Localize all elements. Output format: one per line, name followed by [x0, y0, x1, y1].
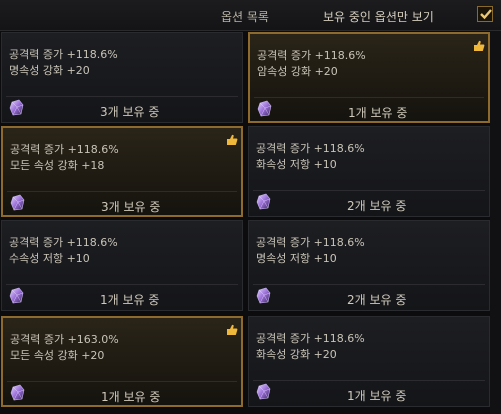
option-line-2: 암속성 강화 +20 — [257, 65, 338, 78]
crystal-gem-icon — [8, 99, 26, 117]
options-header: 옵션 목록 보유 중인 옵션만 보기 — [0, 0, 501, 31]
thumbs-up-icon — [226, 321, 238, 335]
crystal-gem-icon — [255, 193, 273, 211]
owned-count: 2개 보유 중 — [347, 293, 407, 307]
option-line-2: 화속성 강화 +20 — [256, 348, 337, 361]
owned-count: 3개 보유 중 — [101, 200, 161, 214]
option-line-1: 공격력 증가 +118.6% — [10, 143, 119, 156]
crystal-gem-icon — [8, 287, 26, 305]
option-line-1: 공격력 증가 +118.6% — [256, 332, 365, 345]
option-card[interactable]: 공격력 증가 +118.6% 수속성 저항 +10 1개 보유 중 — [1, 220, 243, 311]
owned-count: 1개 보유 중 — [100, 293, 160, 307]
crystal-gem-icon — [255, 383, 273, 401]
owned-count: 1개 보유 중 — [347, 389, 407, 403]
options-list-title: 옵션 목록 — [221, 10, 269, 24]
card-divider — [6, 284, 238, 285]
option-line-1: 공격력 증가 +118.6% — [256, 142, 365, 155]
option-card[interactable]: 공격력 증가 +118.6% 모든 속성 강화 +18 3개 보유 중 — [1, 126, 243, 217]
card-divider — [253, 380, 485, 381]
option-card[interactable]: 공격력 증가 +118.6% 화속성 강화 +20 1개 보유 중 — [248, 316, 490, 407]
owned-count: 1개 보유 중 — [348, 106, 408, 120]
owned-count: 1개 보유 중 — [101, 390, 161, 404]
option-line-2: 명속성 저항 +10 — [256, 252, 337, 265]
option-card[interactable]: 공격력 증가 +163.0% 모든 속성 강화 +20 1개 보유 중 — [1, 316, 243, 407]
owned-only-toggle-label[interactable]: 보유 중인 옵션만 보기 — [323, 8, 434, 25]
owned-only-checkbox[interactable] — [477, 6, 493, 22]
option-card[interactable]: 공격력 증가 +118.6% 암속성 강화 +20 1개 보유 중 — [248, 32, 490, 123]
option-line-2: 모든 속성 강화 +18 — [10, 159, 105, 172]
option-line-2: 수속성 저항 +10 — [9, 252, 90, 265]
crystal-gem-icon — [255, 287, 273, 305]
crystal-gem-icon — [9, 194, 27, 212]
option-line-1: 공격력 증가 +118.6% — [9, 236, 118, 249]
card-divider — [7, 381, 237, 382]
option-line-2: 모든 속성 강화 +20 — [10, 349, 105, 362]
owned-count: 2개 보유 중 — [347, 199, 407, 213]
option-line-2: 명속성 강화 +20 — [9, 64, 90, 77]
scrollbar[interactable] — [490, 31, 501, 414]
thumbs-up-icon — [473, 37, 485, 51]
option-card[interactable]: 공격력 증가 +118.6% 명속성 저항 +10 2개 보유 중 — [248, 220, 490, 311]
thumbs-up-icon — [226, 131, 238, 145]
owned-count: 3개 보유 중 — [100, 105, 160, 119]
checkmark-icon — [480, 9, 492, 20]
option-line-1: 공격력 증가 +118.6% — [256, 236, 365, 249]
card-divider — [254, 97, 484, 98]
crystal-gem-icon — [9, 384, 27, 402]
option-line-1: 공격력 증가 +118.6% — [257, 49, 366, 62]
option-card[interactable]: 공격력 증가 +118.6% 화속성 저항 +10 2개 보유 중 — [248, 126, 490, 217]
option-line-2: 화속성 저항 +10 — [256, 158, 337, 171]
card-divider — [7, 191, 237, 192]
option-card[interactable]: 공격력 증가 +118.6% 명속성 강화 +20 3개 보유 중 — [1, 32, 243, 123]
card-divider — [6, 96, 238, 97]
option-line-1: 공격력 증가 +118.6% — [9, 48, 118, 61]
crystal-gem-icon — [256, 100, 274, 118]
card-divider — [253, 190, 485, 191]
card-divider — [253, 284, 485, 285]
option-line-1: 공격력 증가 +163.0% — [10, 333, 119, 346]
options-grid: 공격력 증가 +118.6% 명속성 강화 +20 3개 보유 중 공격력 증가 +1… — [0, 31, 501, 414]
